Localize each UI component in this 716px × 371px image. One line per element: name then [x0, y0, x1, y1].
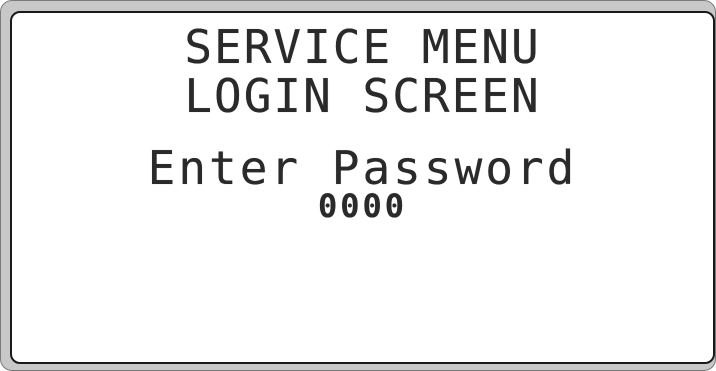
password-field[interactable]: 0000 — [12, 190, 713, 222]
display-bezel: SERVICE MENU LOGIN SCREEN Enter Password… — [0, 0, 716, 371]
lcd-screen: SERVICE MENU LOGIN SCREEN Enter Password… — [10, 11, 715, 364]
title-line-2: LOGIN SCREEN — [184, 69, 541, 123]
password-prompt: Enter Password — [147, 141, 578, 195]
title-line-1: SERVICE MENU — [184, 20, 541, 74]
